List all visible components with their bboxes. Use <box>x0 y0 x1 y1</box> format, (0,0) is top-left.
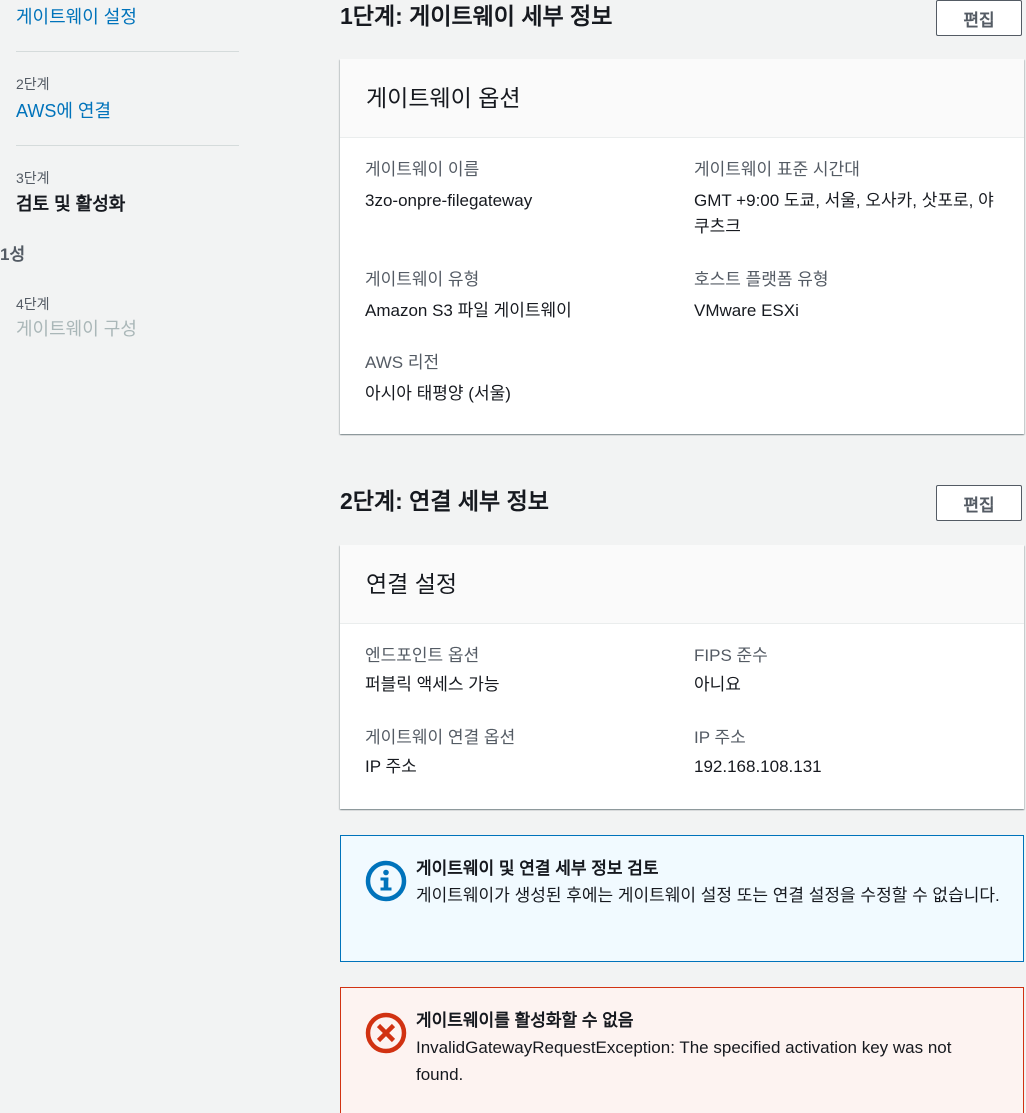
nav-step4-disabled: 게이트웨이 구성 <box>16 319 137 339</box>
wizard-step-navigation: 게이트웨이 설정 2단계 AWS에 연결 3단계 검토 및 활성화 1성 4단계… <box>0 0 260 1113</box>
aws-region-field: AWS 리전 아시아 태평양 (서울) <box>365 351 665 407</box>
ip-address-field: IP 주소 192.168.108.131 <box>694 726 1004 780</box>
field-value: 아니요 <box>694 675 741 694</box>
nav-divider <box>16 145 239 146</box>
nav-step3-current: 검토 및 활성화 <box>16 194 126 214</box>
card-header: 연결 설정 <box>340 545 1024 624</box>
alert-title: 게이트웨이 및 연결 세부 정보 검토 <box>416 859 659 878</box>
nav-step2-link[interactable]: AWS에 연결 <box>16 99 111 123</box>
field-value: VMware ESXi <box>694 301 799 320</box>
field-label: 게이트웨이 연결 옵션 <box>365 728 516 747</box>
gateway-type-field: 게이트웨이 유형 Amazon S3 파일 게이트웨이 <box>365 268 665 324</box>
error-alert: 게이트웨이를 활성화할 수 없음 InvalidGatewayRequestEx… <box>340 987 1024 1113</box>
field-label: 엔드포인트 옵션 <box>365 646 480 665</box>
connection-settings-card: 연결 설정 엔드포인트 옵션 퍼블릭 액세스 가능 FIPS 준수 아니요 게이… <box>340 545 1024 809</box>
alert-message: InvalidGatewayRequestException: The spec… <box>416 1038 952 1084</box>
alert-body: 게이트웨이를 활성화할 수 없음 InvalidGatewayRequestEx… <box>416 1008 1001 1088</box>
field-value: 192.168.108.131 <box>694 757 822 776</box>
card-title: 게이트웨이 옵션 <box>366 85 521 111</box>
card-title: 연결 설정 <box>366 571 458 597</box>
nav-divider <box>16 51 239 52</box>
field-label: 호스트 플랫폼 유형 <box>694 270 829 289</box>
field-value: 아시아 태평양 (서울) <box>365 384 511 403</box>
field-value: 퍼블릭 액세스 가능 <box>365 675 500 694</box>
nav-step3-label: 3단계 <box>16 170 50 186</box>
field-label: 게이트웨이 유형 <box>365 270 480 289</box>
section2-title: 2단계: 연결 세부 정보 <box>340 488 549 514</box>
field-label: AWS 리전 <box>365 353 440 372</box>
nav-step4-label: 4단계 <box>16 296 50 312</box>
alert-title: 게이트웨이를 활성화할 수 없음 <box>416 1011 634 1030</box>
field-label: 게이트웨이 이름 <box>365 160 480 179</box>
nav-step1-link[interactable]: 게이트웨이 설정 <box>16 5 137 29</box>
info-icon <box>365 860 407 902</box>
endpoint-option-field: 엔드포인트 옵션 퍼블릭 액세스 가능 <box>365 644 665 698</box>
error-icon <box>365 1012 407 1054</box>
info-alert: 게이트웨이 및 연결 세부 정보 검토 게이트웨이가 생성된 후에는 게이트웨이… <box>340 835 1024 962</box>
fips-field: FIPS 준수 아니요 <box>694 644 1004 698</box>
alert-body: 게이트웨이 및 연결 세부 정보 검토 게이트웨이가 생성된 후에는 게이트웨이… <box>416 856 1001 909</box>
nav-step2-label: 2단계 <box>16 76 50 92</box>
section1-title: 1단계: 게이트웨이 세부 정보 <box>340 3 613 29</box>
field-value: 3zo-onpre-filegateway <box>365 191 533 210</box>
alert-message: 게이트웨이가 생성된 후에는 게이트웨이 설정 또는 연결 설정을 수정할 수 … <box>416 886 1000 905</box>
field-label: IP 주소 <box>694 728 746 747</box>
section2-edit-button[interactable]: 편집 <box>936 485 1022 521</box>
field-value: Amazon S3 파일 게이트웨이 <box>365 301 572 320</box>
connection-option-field: 게이트웨이 연결 옵션 IP 주소 <box>365 726 665 780</box>
nav-fragment-text: 1성 <box>0 245 26 264</box>
gateway-options-card: 게이트웨이 옵션 게이트웨이 이름 3zo-onpre-filegateway … <box>340 59 1024 434</box>
gateway-timezone-field: 게이트웨이 표준 시간대 GMT +9:00 도쿄, 서울, 오사카, 삿포로,… <box>694 158 1004 240</box>
host-platform-field: 호스트 플랫폼 유형 VMware ESXi <box>694 268 1004 324</box>
field-label: 게이트웨이 표준 시간대 <box>694 160 860 179</box>
section1-edit-button[interactable]: 편집 <box>936 0 1022 36</box>
card-header: 게이트웨이 옵션 <box>340 59 1024 138</box>
field-value: GMT +9:00 도쿄, 서울, 오사카, 삿포로, 야쿠츠크 <box>694 191 994 236</box>
field-value: IP 주소 <box>365 757 417 776</box>
gateway-name-field: 게이트웨이 이름 3zo-onpre-filegateway <box>365 158 665 214</box>
field-label: FIPS 준수 <box>694 646 768 665</box>
